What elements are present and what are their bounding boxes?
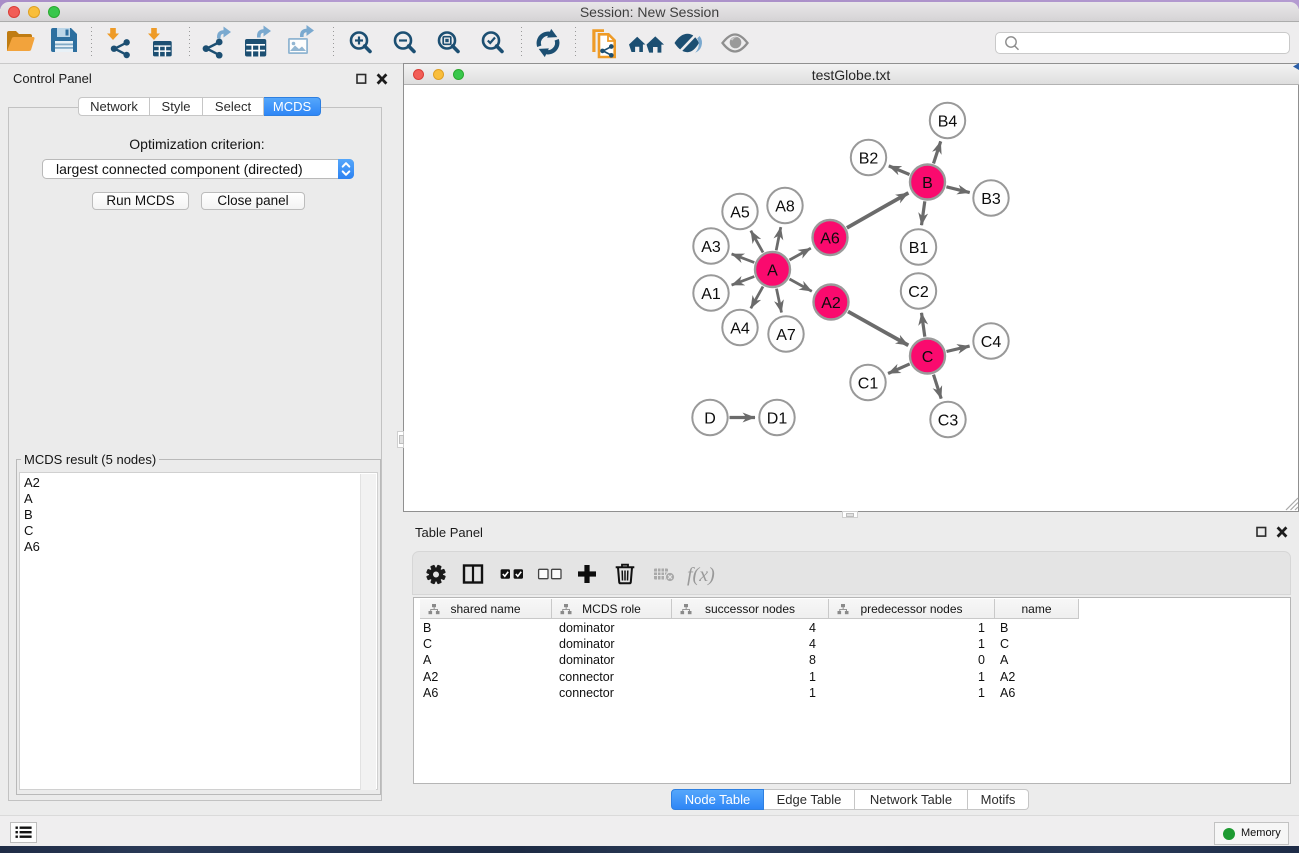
svg-text:C2: C2 [908, 284, 929, 301]
svg-text:A5: A5 [730, 204, 750, 221]
svg-text:A2: A2 [821, 295, 841, 312]
svg-text:C4: C4 [981, 334, 1002, 351]
svg-text:A: A [767, 262, 778, 279]
svg-text:B: B [922, 175, 933, 192]
svg-text:D: D [704, 410, 716, 427]
svg-text:B2: B2 [859, 150, 879, 167]
svg-text:B3: B3 [981, 191, 1001, 208]
svg-text:A6: A6 [820, 230, 840, 247]
svg-text:B4: B4 [938, 113, 958, 130]
svg-text:C1: C1 [858, 375, 879, 392]
svg-text:A8: A8 [775, 198, 795, 215]
svg-text:C3: C3 [938, 412, 959, 429]
svg-text:C: C [922, 349, 934, 366]
svg-text:f(x): f(x) [687, 564, 715, 586]
svg-text:A3: A3 [701, 239, 721, 256]
svg-text:A7: A7 [776, 327, 796, 344]
svg-text:B1: B1 [909, 240, 929, 257]
svg-text:A4: A4 [730, 320, 750, 337]
svg-text:A1: A1 [701, 286, 721, 303]
svg-text:D1: D1 [767, 410, 788, 427]
